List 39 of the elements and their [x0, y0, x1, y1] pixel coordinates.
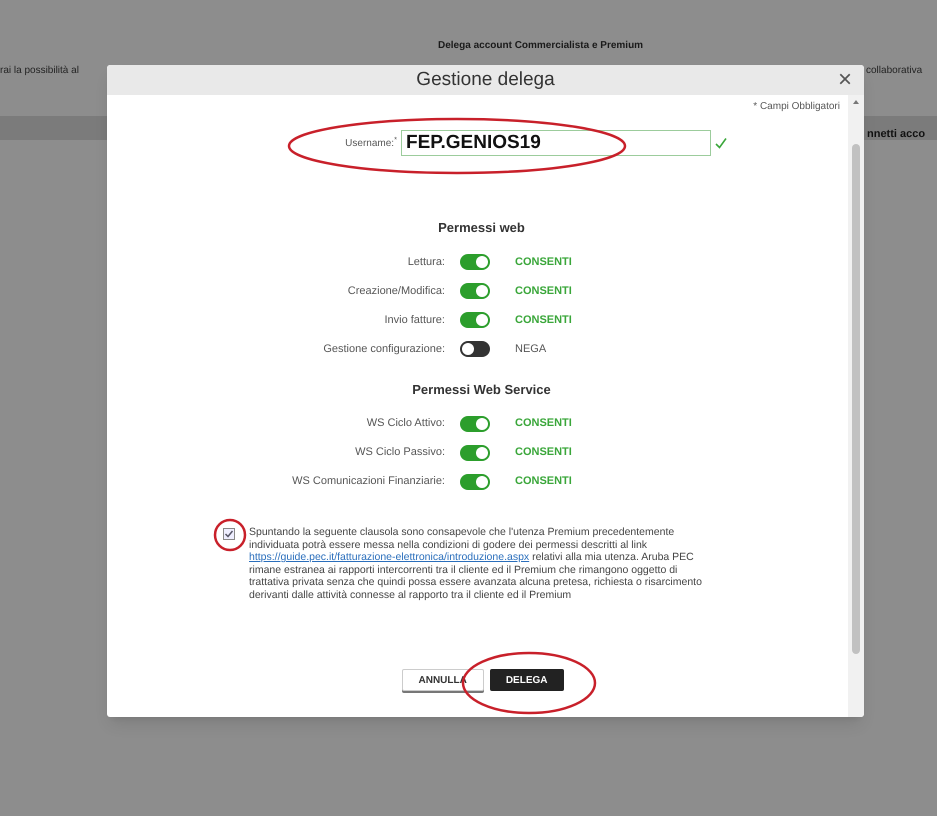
close-button[interactable]: ×: [838, 67, 852, 93]
permission-label: WS Comunicazioni Finanziarie:: [291, 474, 445, 490]
section-heading: Permessi web: [437, 219, 526, 237]
required-note: * Campi Obbligatori: [753, 100, 840, 114]
toggle-switch[interactable]: [460, 444, 490, 460]
permission-label: Lettura:: [406, 254, 445, 270]
permission-status: NEGA: [515, 342, 546, 357]
consent-text: Spuntando la seguente clausola sono consapevole che l'utenza Premium precedentemente individuata potrà essere messa nella condizioni di godere dei permessi descritti al link https://guide.pec.it/fatturazione-elettronica/introduzione.aspx relativi alla mia utenza. Aruba PEC rimane estranea ai rapporti intercorrenti tra il cliente ed il Premium che rimangono oggetto di trattativa privata senza che quindi possa essere avanzata alcuna pretesa, richiesta o risarcimento derivanti dalle attività connesse al rapporto tra il cliente ed il Premium: [249, 526, 703, 601]
toggle-switch[interactable]: [460, 283, 490, 299]
section-heading: Permessi Web Service: [411, 380, 552, 398]
permission-status: CONSENTI: [515, 284, 572, 299]
username-label: Username:$^{*}$: [344, 136, 397, 150]
permission-label: Gestione configurazione:: [322, 342, 445, 357]
permission-label: WS Ciclo Passivo:: [354, 445, 445, 460]
permission-status: CONSENTI: [515, 474, 572, 490]
toggle-switch[interactable]: [460, 254, 490, 270]
toggle-switch[interactable]: [460, 416, 490, 432]
permission-status: CONSENTI: [515, 312, 572, 328]
permission-label: Invio fatture:: [383, 312, 445, 328]
consent-checkbox[interactable]: [223, 528, 235, 540]
annotation-circle: [213, 518, 247, 552]
permission-status: CONSENTI: [515, 416, 572, 432]
scrollbar-thumb[interactable]: [852, 144, 860, 654]
page-text: nnetti acco: [867, 127, 926, 142]
guide-link[interactable]: https://guide.pec.it/fatturazione-elettronica/introduzione.aspx: [249, 551, 530, 563]
toggle-switch[interactable]: [460, 474, 490, 490]
toggle-switch[interactable]: [460, 341, 490, 357]
permission-status: CONSENTI: [515, 254, 572, 270]
dialog-title: Gestione delega: [416, 68, 555, 92]
scroll-up-icon[interactable]: [853, 100, 859, 104]
toggle-switch[interactable]: [460, 312, 490, 328]
permission-label: WS Ciclo Attivo:: [366, 416, 445, 432]
page-heading: Delega account Commercialista e Premium: [438, 39, 644, 53]
permission-label: Creazione/Modifica:: [346, 284, 445, 299]
username-field[interactable]: FEP.GENIOS19: [401, 130, 711, 156]
permission-status: CONSENTI: [515, 445, 572, 460]
page-text: collaborativa: [866, 64, 922, 78]
delegate-button[interactable]: DELEGA: [490, 669, 564, 691]
page-text: rai la possibilità al: [0, 64, 79, 78]
